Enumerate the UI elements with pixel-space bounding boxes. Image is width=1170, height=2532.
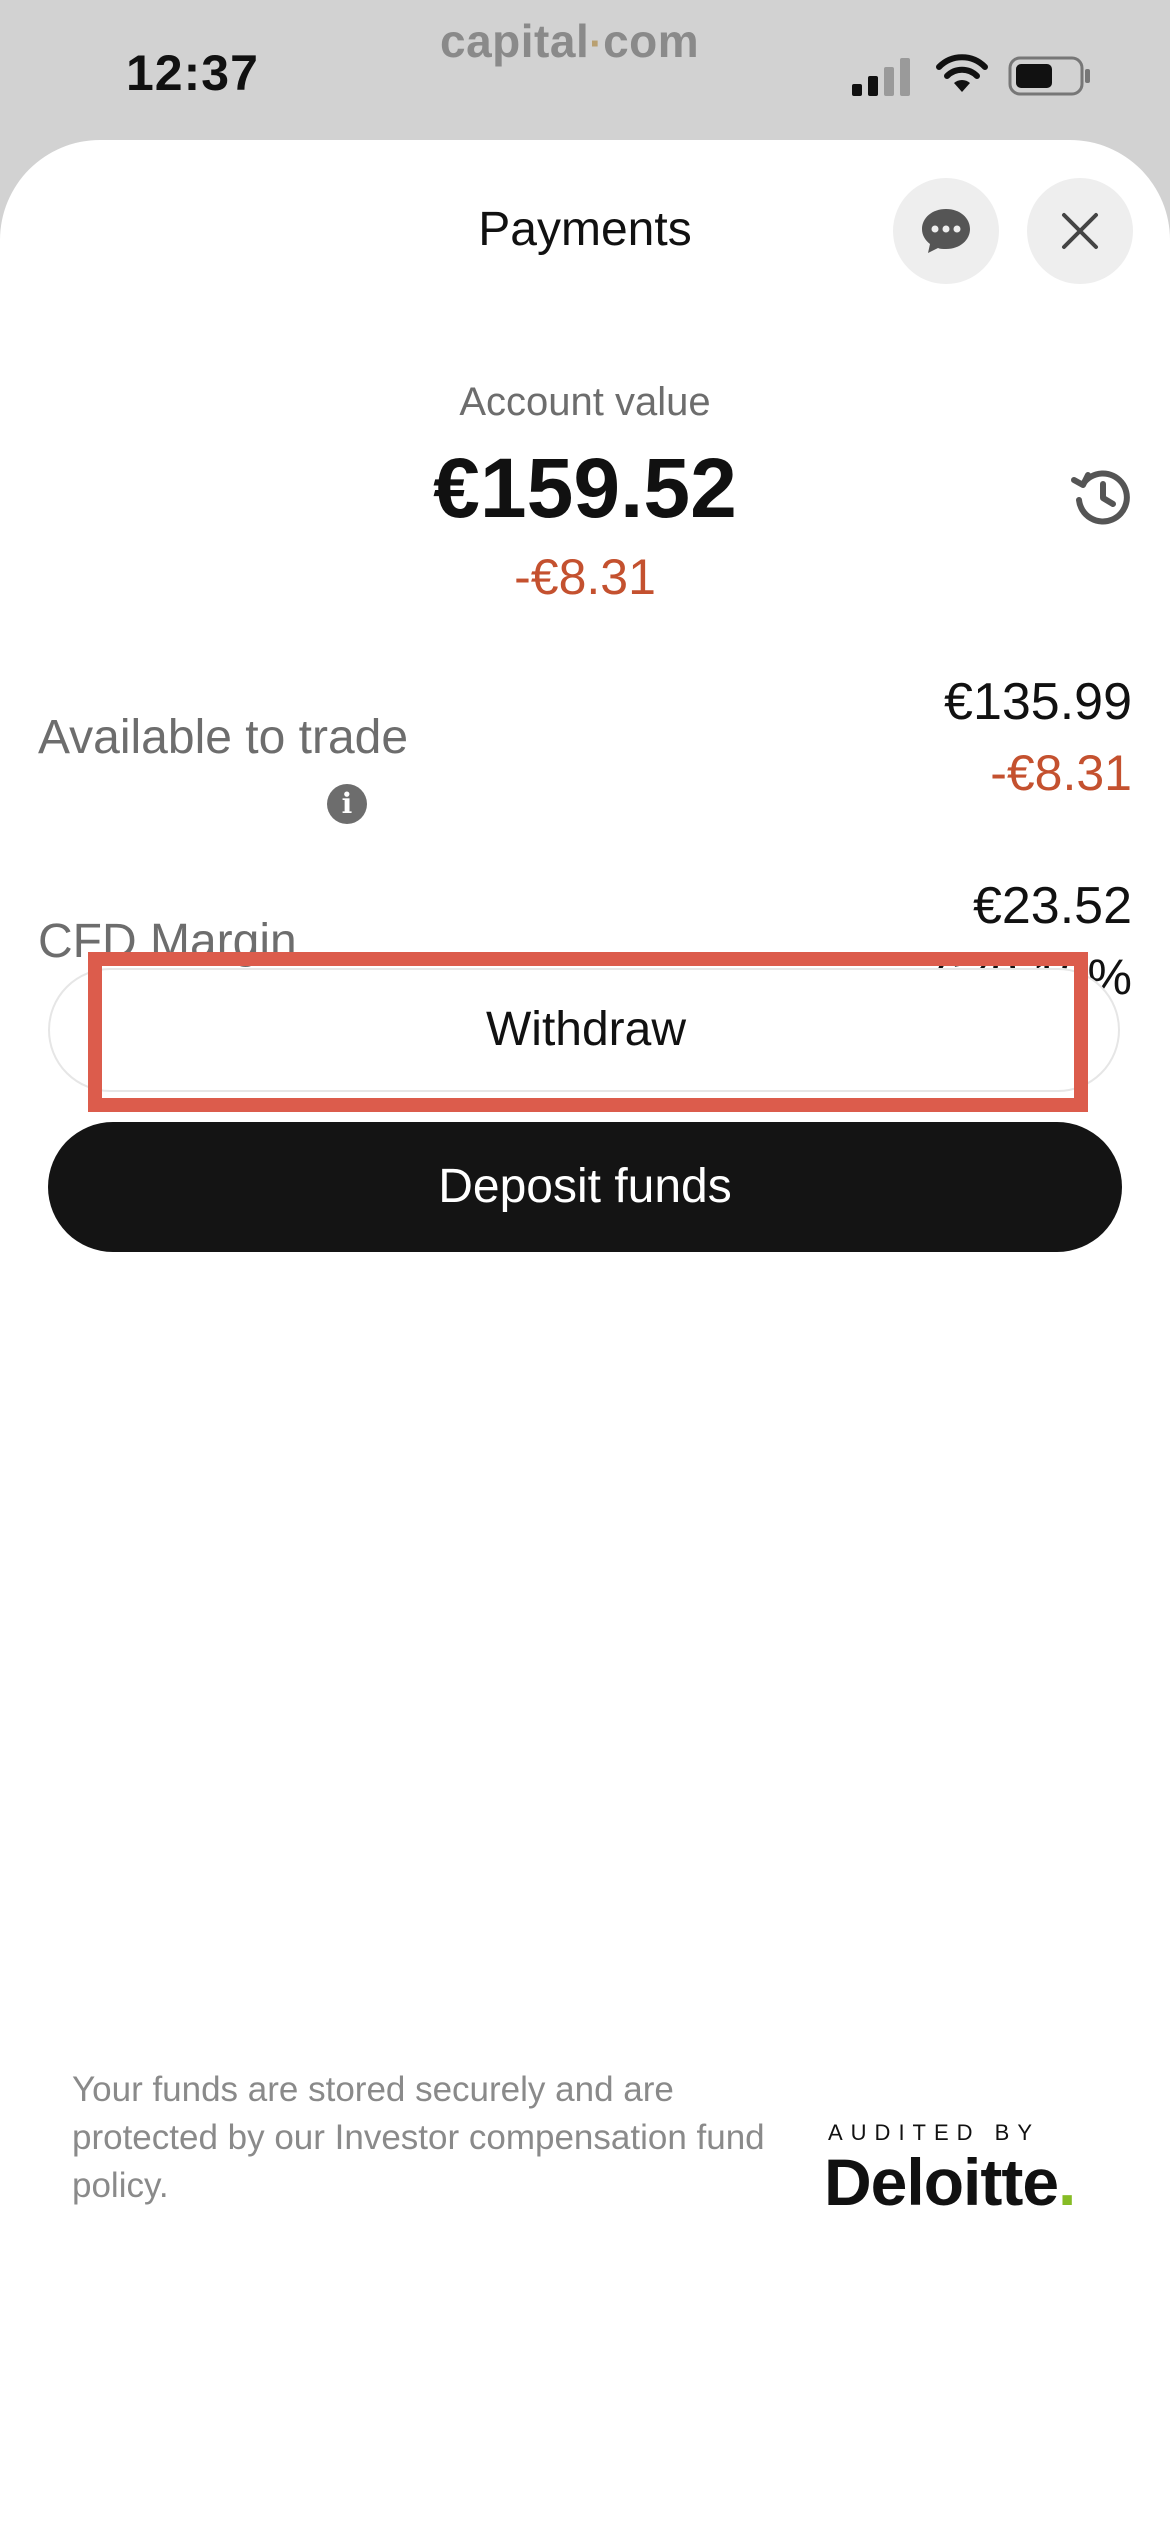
info-icon[interactable]: i [327, 784, 367, 824]
audited-by-label: AUDITED BY [828, 2120, 1041, 2145]
deloitte-logo: Deloitte. [824, 2144, 1076, 2220]
brand-dot: · [589, 22, 604, 66]
withdraw-highlight-box [88, 952, 1088, 1112]
brand-name-left: capital [440, 15, 590, 67]
chat-button[interactable] [893, 178, 999, 284]
chat-bubble-icon [922, 209, 970, 253]
security-note: Your funds are stored securely and are p… [72, 2070, 765, 2205]
brand-name-right: com [603, 15, 700, 67]
history-icon [1071, 470, 1130, 525]
deloitte-logo-dot: . [1058, 2145, 1076, 2219]
deloitte-logo-text: Deloitte [824, 2145, 1059, 2219]
available-to-trade-change: -€8.31 [990, 745, 1132, 801]
account-value-change: -€8.31 [514, 549, 656, 605]
brand-wordmark: capital·com [440, 14, 699, 68]
wifi-icon [936, 54, 988, 92]
signal-icon [852, 58, 910, 96]
status-time: 12:37 [126, 45, 259, 101]
status-bar: 12:37 capital·com [0, 0, 1170, 140]
history-button[interactable] [1068, 462, 1138, 532]
payments-sheet: Payments Account value €159.52 -€8.31 Av… [0, 140, 1170, 2532]
account-value-amount: €159.52 [433, 441, 737, 535]
deposit-funds-button[interactable]: Deposit funds [48, 1122, 1122, 1252]
close-icon [1062, 213, 1098, 249]
available-to-trade-value: €135.99 [944, 673, 1132, 731]
cfd-margin-value: €23.52 [972, 877, 1132, 935]
account-value-label: Account value [459, 380, 711, 424]
battery-icon [1008, 56, 1090, 96]
available-to-trade-label: Available to trade [38, 711, 409, 764]
close-button[interactable] [1027, 178, 1133, 284]
